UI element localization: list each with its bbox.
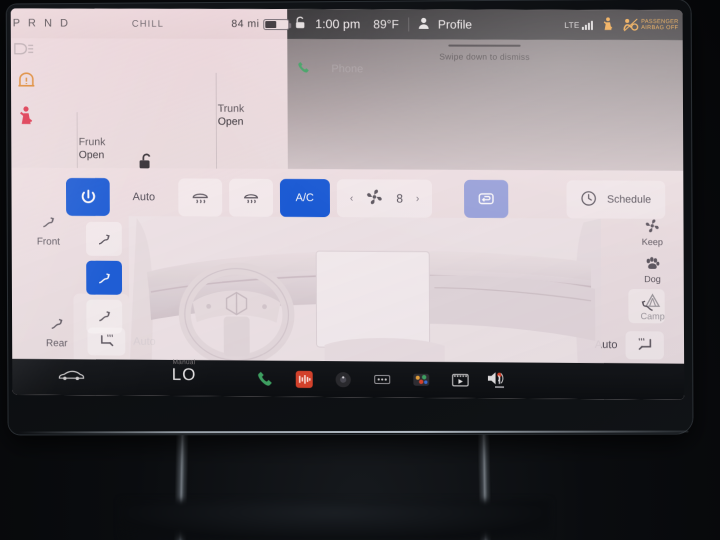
profile-button[interactable]: Profile [438, 17, 472, 31]
airflow-up-icon[interactable] [86, 221, 122, 256]
network-label: LTE [564, 20, 580, 30]
battery-range[interactable]: 84 mi [231, 17, 290, 31]
drive-mode-label[interactable]: CHILL [132, 18, 164, 29]
quick-controls-card: Frunk Open Trunk Open [10, 38, 288, 169]
divider [215, 72, 218, 169]
frunk-control[interactable]: Frunk Open [79, 136, 157, 162]
frunk-label: Frunk [78, 136, 106, 149]
trunk-control[interactable]: Trunk Open [218, 103, 296, 129]
climate-auto-button[interactable]: Auto [117, 178, 171, 216]
network-indicator: LTE [564, 20, 593, 30]
theater-app-icon[interactable] [451, 372, 469, 389]
keep-label: Keep [641, 236, 663, 248]
tab-phone[interactable]: Phone [331, 63, 363, 75]
dashboard-shadow [120, 500, 550, 540]
airflow-face-icon[interactable] [86, 260, 123, 295]
climate-screen: Auto A/C ‹ 8 › Schedule Front Rear Keep … [11, 167, 685, 380]
fan-speed-control: ‹ 8 › [336, 179, 433, 218]
schedule-label: Schedule [606, 193, 652, 206]
climate-power-button[interactable] [65, 177, 110, 216]
fan-speed-value: 8 [396, 191, 403, 206]
airbag-text: PASSENGER AIRBAG OFF [641, 18, 679, 32]
gear-indicator: P R N D [12, 17, 71, 30]
seatbelt-warning-icon [602, 16, 614, 33]
tesla-touchscreen[interactable]: P R N D CHILL 84 mi 1:00 pm 89°F Profile… [10, 8, 685, 400]
divider [407, 17, 409, 32]
keep-climate-button[interactable]: Keep [642, 219, 663, 247]
keep-climate-icon [642, 219, 663, 236]
heated-seat-icon[interactable] [625, 331, 664, 360]
passenger-seat-controls: Auto [595, 331, 664, 360]
heated-seat-icon[interactable] [87, 327, 126, 356]
dock-app-icons [257, 370, 508, 389]
outside-temperature[interactable]: 89°F [373, 17, 399, 31]
rear-zone-label[interactable]: Rear [34, 317, 80, 349]
temperature-value: LO [171, 364, 197, 385]
signal-bars-icon [581, 20, 593, 30]
paw-icon [644, 256, 661, 273]
lock-icon[interactable] [295, 16, 306, 32]
tab-favorites[interactable]: Favorites [485, 64, 530, 76]
passenger-airflow-directions [619, 288, 674, 324]
rear-defrost-button[interactable] [228, 178, 273, 217]
fan-increase-button[interactable]: › [416, 193, 419, 204]
tire-pressure-warning-icon [17, 72, 47, 94]
person-icon [418, 17, 429, 32]
tab-contacts[interactable]: Contacts [424, 63, 468, 75]
phone-app-icon[interactable] [257, 370, 274, 387]
battery-icon [263, 18, 290, 30]
schedule-button[interactable]: Schedule [566, 180, 666, 219]
equalizer-app-icon[interactable] [295, 370, 313, 388]
recirculate-button[interactable] [464, 179, 509, 219]
fan-icon [366, 188, 383, 208]
arcade-app-icon[interactable] [412, 371, 430, 388]
phone-dropdown-panel[interactable]: Swipe down to dismiss Phone Calls Contac… [287, 39, 684, 171]
driver-airflow-directions [77, 221, 131, 334]
temperature-display[interactable]: Manual LO [151, 359, 217, 385]
headlight-indicator [13, 42, 47, 60]
warning-telltales [13, 38, 47, 142]
phone-tabs: Phone Calls Contacts Favorites [297, 61, 531, 78]
status-bar: P R N D CHILL 84 mi 1:00 pm 89°F Profile… [10, 8, 683, 41]
airflow-down-icon[interactable] [628, 288, 665, 324]
status-bar-system-section: 1:00 pm 89°F Profile LTE PASSENGER AIRBA… [287, 9, 683, 41]
front-defrost-button[interactable] [177, 178, 222, 217]
photo-of-tesla-touchscreen: P R N D CHILL 84 mi 1:00 pm 89°F Profile… [0, 0, 720, 540]
cabin-interior-render [128, 216, 602, 380]
climate-control-row: Auto A/C ‹ 8 › [65, 177, 509, 219]
airflow-icon [34, 317, 80, 335]
trunk-state: Open [217, 115, 244, 128]
airflow-icon [25, 216, 71, 234]
dog-mode-button[interactable]: Dog [644, 256, 661, 284]
divider [76, 112, 78, 169]
speaker-volume-icon[interactable] [486, 370, 507, 391]
display-bezel: P R N D CHILL 84 mi 1:00 pm 89°F Profile… [6, 0, 693, 435]
range-value: 84 mi [231, 17, 260, 31]
clock-time[interactable]: 1:00 pm [315, 17, 360, 31]
camera-app-icon[interactable] [335, 371, 352, 388]
passenger-airbag-off-indicator: PASSENGER AIRBAG OFF [623, 18, 679, 32]
trunk-label: Trunk [217, 102, 245, 115]
front-zone-label[interactable]: Front [25, 216, 71, 248]
frunk-state: Open [78, 149, 105, 162]
car-icon[interactable] [58, 368, 85, 386]
dog-label: Dog [644, 274, 661, 285]
phone-handset-icon [297, 61, 310, 77]
ac-button[interactable]: A/C [279, 178, 330, 218]
rear-label: Rear [45, 338, 68, 350]
panel-drag-handle[interactable] [448, 44, 521, 47]
front-label: Front [36, 236, 60, 248]
status-bar-vehicle-section: P R N D CHILL 84 mi [10, 8, 290, 40]
seatbelt-warning-icon [18, 106, 47, 130]
fan-decrease-button[interactable]: ‹ [350, 193, 353, 204]
more-apps-icon[interactable] [374, 371, 391, 388]
dismiss-hint: Swipe down to dismiss [439, 51, 530, 62]
tab-calls[interactable]: Calls [381, 63, 406, 75]
bottom-dock: Manual LO [12, 358, 685, 400]
clock-icon [581, 190, 597, 209]
